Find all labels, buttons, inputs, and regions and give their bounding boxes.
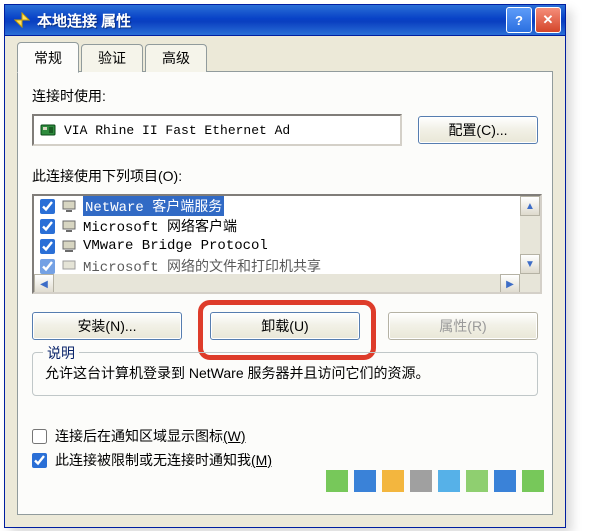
- nic-icon: [40, 122, 56, 138]
- client-icon: [61, 218, 77, 234]
- list-inner: NetWare 客户端服务 Microsoft 网络客户端: [34, 196, 518, 274]
- list-item[interactable]: Microsoft 网络客户端: [34, 216, 518, 236]
- button-row: 安装(N)... 卸载(U) 属性(R): [32, 312, 538, 340]
- pixelation-overlay: [326, 470, 544, 492]
- items-label: 此连接使用下列项目(O):: [32, 166, 538, 186]
- titlebar: 本地连接 属性 ? ✕: [5, 5, 565, 36]
- tab-strip: 常规 验证 高级: [17, 46, 553, 72]
- notify-label: 此连接被限制或无连接时通知我(M): [55, 450, 272, 470]
- vertical-scrollbar[interactable]: ▲ ▼: [520, 196, 540, 274]
- list-item-text: Microsoft 网络的文件和打印机共享: [83, 256, 321, 274]
- show-icon-label: 连接后在通知区域显示图标(W): [55, 426, 246, 446]
- window-icon: [13, 11, 31, 29]
- notify-check-row[interactable]: 此连接被限制或无连接时通知我(M): [32, 450, 538, 470]
- notify-checkbox[interactable]: [32, 453, 47, 468]
- client-icon: [61, 198, 77, 214]
- list-item-checkbox[interactable]: [40, 239, 55, 254]
- configure-button[interactable]: 配置(C)...: [418, 116, 538, 144]
- list-item-text: Microsoft 网络客户端: [83, 216, 237, 236]
- list-item-checkbox[interactable]: [40, 259, 55, 274]
- properties-window: 本地连接 属性 ? ✕ 常规 验证 高级 连接时使用:: [4, 4, 566, 528]
- adapter-name: VIA Rhine II Fast Ethernet Ad: [64, 123, 290, 138]
- list-item-text: VMware Bridge Protocol: [83, 238, 268, 254]
- description-text: 允许这台计算机登录到 NetWare 服务器并且访问它们的资源。: [45, 363, 525, 383]
- show-icon-checkbox[interactable]: [32, 429, 47, 444]
- scroll-down-icon[interactable]: ▼: [520, 254, 540, 274]
- tab-advanced[interactable]: 高级: [145, 44, 207, 72]
- scroll-up-icon[interactable]: ▲: [520, 196, 540, 216]
- help-button[interactable]: ?: [506, 7, 532, 33]
- horizontal-scrollbar[interactable]: ◀ ▶: [34, 274, 520, 292]
- components-listbox[interactable]: NetWare 客户端服务 Microsoft 网络客户端: [32, 194, 542, 294]
- uninstall-button[interactable]: 卸载(U): [210, 312, 360, 340]
- scroll-right-icon[interactable]: ▶: [500, 274, 520, 294]
- list-item-checkbox[interactable]: [40, 219, 55, 234]
- client-area: 常规 验证 高级 连接时使用: VIA Rhine II Fast Ethern…: [5, 36, 565, 527]
- adapter-field: VIA Rhine II Fast Ethernet Ad: [32, 114, 402, 146]
- protocol-icon: [61, 238, 77, 254]
- show-icon-check-row[interactable]: 连接后在通知区域显示图标(W): [32, 426, 538, 446]
- list-item[interactable]: VMware Bridge Protocol: [34, 236, 518, 256]
- list-item[interactable]: NetWare 客户端服务: [34, 196, 518, 216]
- properties-button: 属性(R): [388, 312, 538, 340]
- install-button[interactable]: 安装(N)...: [32, 312, 182, 340]
- description-legend: 说明: [43, 343, 79, 363]
- scroll-left-icon[interactable]: ◀: [34, 274, 54, 294]
- titlebar-buttons: ? ✕: [506, 7, 561, 33]
- tab-general[interactable]: 常规: [17, 42, 79, 73]
- bottom-check-group: 连接后在通知区域显示图标(W) 此连接被限制或无连接时通知我(M): [32, 426, 538, 470]
- close-button[interactable]: ✕: [535, 7, 561, 33]
- tab-auth[interactable]: 验证: [81, 44, 143, 72]
- window-title: 本地连接 属性: [37, 10, 506, 31]
- scrollbar-corner: [520, 274, 540, 292]
- list-item-text: NetWare 客户端服务: [83, 196, 224, 216]
- description-group: 说明 允许这台计算机登录到 NetWare 服务器并且访问它们的资源。: [32, 352, 538, 396]
- tab-page-general: 连接时使用: VIA Rhine II Fast Ethernet Ad 配置(…: [17, 71, 553, 515]
- adapter-row: VIA Rhine II Fast Ethernet Ad 配置(C)...: [32, 114, 538, 146]
- list-item[interactable]: Microsoft 网络的文件和打印机共享: [34, 256, 518, 274]
- service-icon: [61, 258, 77, 274]
- list-item-checkbox[interactable]: [40, 199, 55, 214]
- connect-using-label: 连接时使用:: [32, 86, 538, 106]
